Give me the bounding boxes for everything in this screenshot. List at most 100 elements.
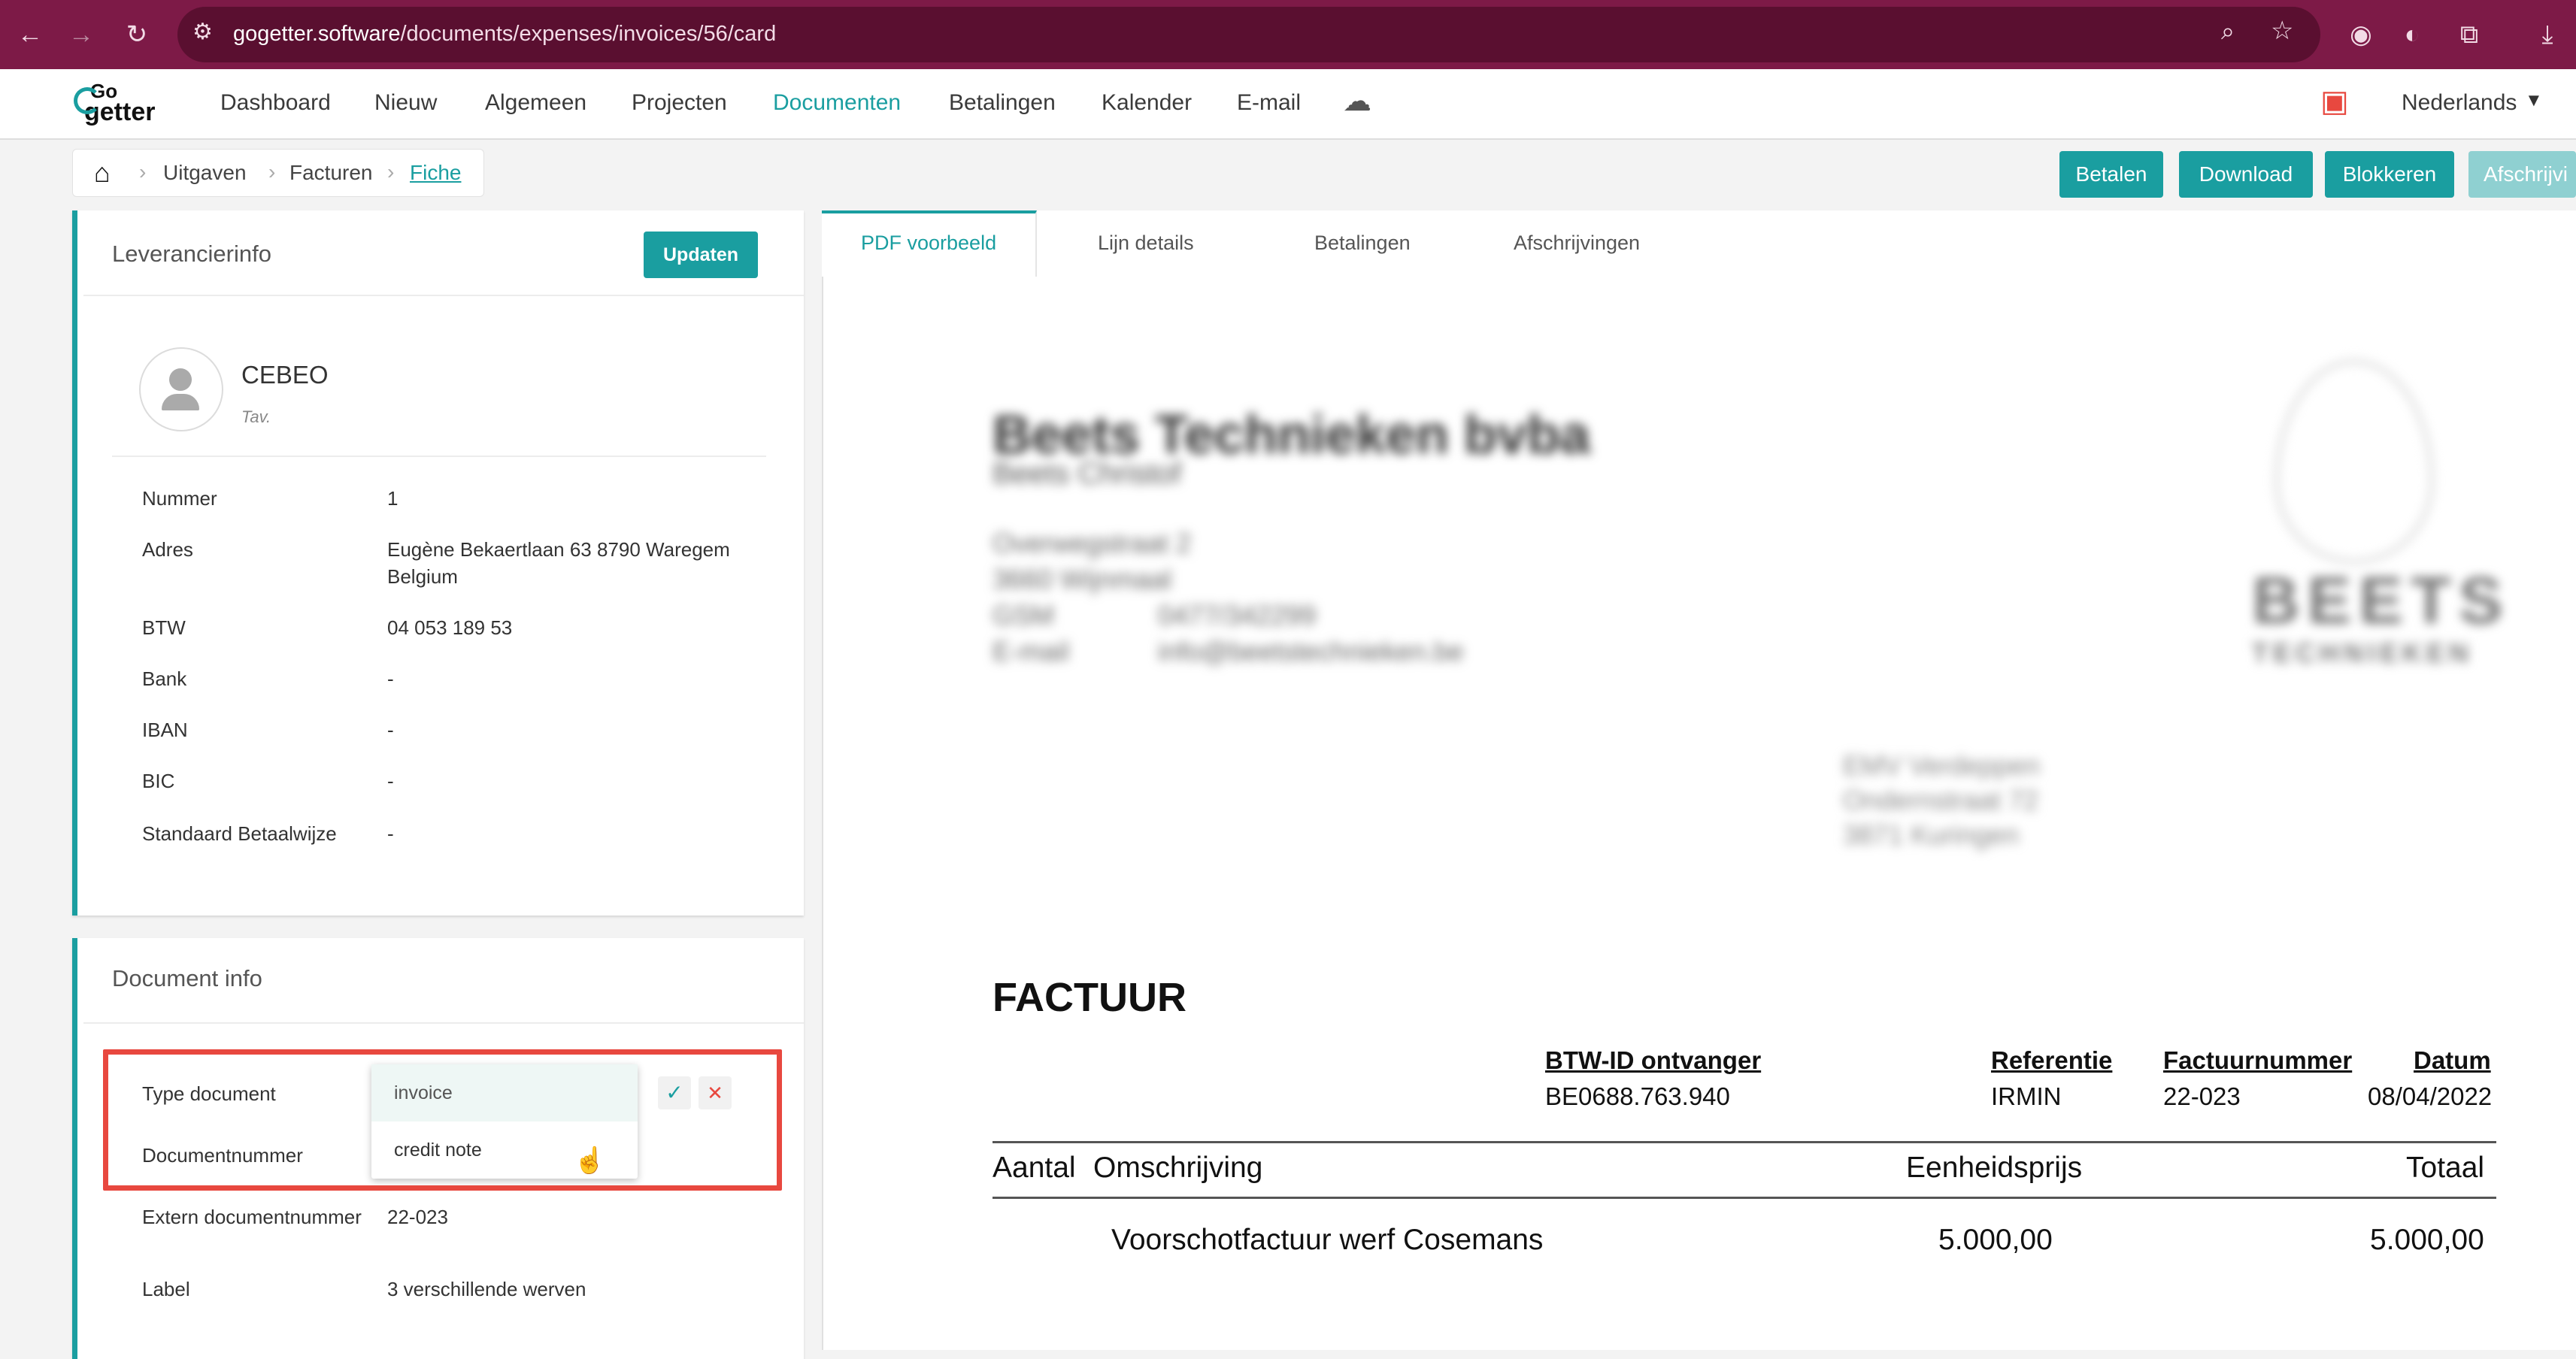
breadcrumb-uitgaven[interactable]: Uitgaven xyxy=(163,161,247,185)
breadcrumb-fiche[interactable]: Fiche xyxy=(410,161,461,185)
gogetter-logo[interactable]: Go getter xyxy=(74,80,179,128)
browser-toolbar: ← → ↻ ⚙ gogetter.software/documents/expe… xyxy=(0,0,2576,69)
incognito-icon[interactable]: ◉ xyxy=(2340,14,2382,56)
col-aantal: Aantal xyxy=(993,1152,1076,1184)
field-label: Adres xyxy=(142,538,193,561)
field-label: Nummer xyxy=(142,487,217,510)
header-factuurnummer: Factuurnummer xyxy=(2163,1046,2353,1074)
address-bar[interactable]: ⚙ gogetter.software/documents/expenses/i… xyxy=(177,7,2320,62)
extension-icon[interactable]: ◐ xyxy=(2391,14,2433,56)
highlight-box xyxy=(103,1049,782,1191)
company-address-1: Overwegstraat 2 xyxy=(993,528,1192,558)
recipient-3: 3871 Kuringen xyxy=(1843,819,2020,850)
field-value: - xyxy=(387,667,394,690)
download-button[interactable]: Download xyxy=(2179,151,2313,198)
header-datum: Datum xyxy=(2414,1046,2491,1074)
blokkeren-button[interactable]: Blokkeren xyxy=(2325,151,2454,198)
zoom-icon[interactable]: ⌕ xyxy=(2221,17,2235,46)
field-label: Standaard Betaalwijze xyxy=(142,822,337,845)
tab-afschrijvingen[interactable]: Afschrijvingen xyxy=(1514,232,1640,255)
bookmark-star-icon[interactable]: ☆ xyxy=(2271,16,2293,46)
label-label: Label xyxy=(142,1278,190,1300)
line-total: 5.000,00 xyxy=(2370,1224,2484,1256)
line-description: Voorschotfactuur werf Cosemans xyxy=(1111,1224,1544,1256)
chevron-right-icon: › xyxy=(139,160,147,183)
home-icon[interactable]: ⌂ xyxy=(94,157,111,189)
card-title: Document info xyxy=(112,965,262,991)
email-label: E-mail xyxy=(993,636,1070,667)
supplier-info-card: Leverancierinfo Updaten CEBEO Tav. Numme… xyxy=(72,210,804,916)
gift-icon[interactable]: ▣ xyxy=(2320,84,2349,119)
field-value: - xyxy=(387,770,394,792)
table-rule xyxy=(993,1197,2496,1199)
extern-documentnummer-label: Extern documentnummer xyxy=(142,1206,362,1228)
site-settings-icon[interactable]: ⚙ xyxy=(192,19,213,45)
nav-kalender[interactable]: Kalender xyxy=(1102,90,1192,116)
nav-betalingen[interactable]: Betalingen xyxy=(949,90,1056,116)
field-value: - xyxy=(387,719,394,741)
field-label: Bank xyxy=(142,667,187,690)
nav-nieuw[interactable]: Nieuw xyxy=(374,90,437,116)
value-datum: 08/04/2022 xyxy=(2368,1082,2493,1110)
card-title: Leverancierinfo xyxy=(112,241,271,267)
tab-label: PDF voorbeeld xyxy=(861,232,997,254)
col-omschrijving: Omschrijving xyxy=(1093,1152,1263,1184)
company-contact: Beets Christof xyxy=(993,457,1182,490)
col-totaal: Totaal xyxy=(2406,1152,2485,1184)
language-selector[interactable]: Nederlands xyxy=(2402,90,2517,116)
url-text: gogetter.software/documents/expenses/inv… xyxy=(233,22,776,47)
pdf-preview: Beets Technieken bvba Beets Christof Ove… xyxy=(822,277,2576,1350)
value-referentie: IRMIN xyxy=(1991,1082,2062,1110)
field-label: BIC xyxy=(142,770,175,792)
person-icon xyxy=(169,368,192,391)
update-button[interactable]: Updaten xyxy=(644,232,758,278)
nav-dashboard[interactable]: Dashboard xyxy=(220,90,331,116)
tab-lijn-details[interactable]: Lijn details xyxy=(1098,232,1194,255)
breadcrumb-facturen[interactable]: Facturen xyxy=(289,161,373,185)
label-value: 3 verschillende werven xyxy=(387,1278,586,1300)
recipient-1: EMV Verdeppen xyxy=(1843,750,2041,781)
supplier-subtitle: Tav. xyxy=(241,407,271,426)
nav-algemeen[interactable]: Algemeen xyxy=(485,90,586,116)
forward-icon[interactable]: → xyxy=(60,14,102,56)
nav-projecten[interactable]: Projecten xyxy=(632,90,727,116)
chevron-right-icon: › xyxy=(268,160,276,183)
reload-icon[interactable]: ↻ xyxy=(116,14,158,56)
cloud-icon[interactable]: ☁ xyxy=(1343,84,1371,118)
nav-documenten[interactable]: Documenten xyxy=(773,90,901,116)
recipient-2: Ondernstraat 72 xyxy=(1843,785,2039,816)
company-address-2: 3660 Wijnmaal xyxy=(993,564,1172,595)
field-value: Belgium xyxy=(387,565,458,588)
tab-pdf-voorbeeld[interactable]: PDF voorbeeld xyxy=(822,210,1037,278)
afschrijvingen-button[interactable]: Afschrijvi xyxy=(2468,151,2576,198)
back-icon[interactable]: ← xyxy=(9,14,51,56)
avatar xyxy=(139,347,223,431)
download-icon[interactable]: ⤓ xyxy=(2526,14,2568,56)
divider xyxy=(83,1022,804,1024)
logo-sub: TECHNIEKEN xyxy=(2252,637,2474,668)
divider xyxy=(112,456,766,457)
supplier-name: CEBEO xyxy=(241,361,329,389)
betalen-button[interactable]: Betalen xyxy=(2059,151,2163,198)
line-unit-price: 5.000,00 xyxy=(1938,1224,2053,1256)
header-referentie: Referentie xyxy=(1991,1046,2113,1074)
extern-documentnummer-value: 22-023 xyxy=(387,1206,448,1228)
email-value: info@beetstechnieken.be xyxy=(1158,636,1464,667)
field-label: BTW xyxy=(142,616,186,639)
field-value: 1 xyxy=(387,487,399,510)
table-rule xyxy=(993,1141,2496,1143)
gsm-label: GSM xyxy=(993,600,1055,631)
field-label: IBAN xyxy=(142,719,188,741)
chevron-down-icon[interactable]: ▼ xyxy=(2525,90,2543,111)
app-navbar: Go getter Dashboard Nieuw Algemeen Proje… xyxy=(0,69,2576,140)
puzzle-icon[interactable]: ⧉ xyxy=(2448,14,2490,56)
tab-betalingen[interactable]: Betalingen xyxy=(1314,232,1411,255)
flame-logo-icon xyxy=(2274,359,2434,564)
nav-email[interactable]: E-mail xyxy=(1237,90,1301,116)
field-value: 04 053 189 53 xyxy=(387,616,513,639)
chevron-right-icon: › xyxy=(387,160,395,183)
tabs-bar: PDF voorbeeld Lijn details Betalingen Af… xyxy=(822,210,2576,278)
breadcrumb: ⌂ › Uitgaven › Facturen › Fiche xyxy=(72,149,484,197)
url-path: /documents/expenses/invoices/56/card xyxy=(400,22,777,46)
col-eenheidsprijs: Eenheidsprijs xyxy=(1906,1152,2083,1184)
